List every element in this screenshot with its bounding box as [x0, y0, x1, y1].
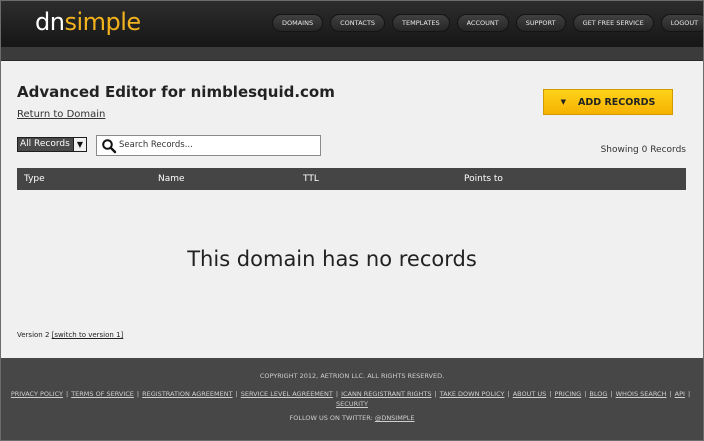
footer-link-blog[interactable]: BLOG — [589, 390, 607, 398]
caret-down-icon: ▼ — [560, 98, 567, 106]
footer-link-privacy-policy[interactable]: PRIVACY POLICY — [11, 390, 63, 398]
footer-link-terms-of-service[interactable]: TERMS OF SERVICE — [71, 390, 134, 398]
nav-logout[interactable]: LOGOUT — [660, 14, 703, 32]
nav-account[interactable]: ACCOUNT — [456, 14, 509, 32]
nav-support[interactable]: SUPPORT — [515, 14, 566, 32]
column-ttl[interactable]: TTL — [303, 174, 319, 184]
return-to-domain-link[interactable]: Return to Domain — [17, 109, 105, 120]
search-icon — [102, 139, 117, 154]
nav-get-free-service[interactable]: GET FREE SERVICE — [572, 14, 654, 32]
switch-version-link[interactable]: [switch to version 1] — [52, 331, 124, 339]
version-text: Version 2 — [17, 331, 50, 339]
twitter-handle-link[interactable]: @DNSIMPLE — [375, 414, 415, 422]
footer-link-api[interactable]: API — [675, 390, 685, 398]
search-placeholder: Search Records... — [119, 140, 193, 150]
page-title: Advanced Editor for nimblesquid.com — [17, 83, 335, 101]
footer-link-about-us[interactable]: ABOUT US — [513, 390, 547, 398]
browser-frame: dnsimple DOMAINS CONTACTS TEMPLATES ACCO… — [0, 0, 704, 441]
footer-link-icann-registrant-rights[interactable]: ICANN REGISTRANT RIGHTS — [341, 390, 431, 398]
column-points-to[interactable]: Points to — [464, 174, 503, 184]
records-table-header: Type Name TTL Points to — [17, 168, 686, 190]
sub-header-bar — [1, 47, 703, 61]
main-content: Advanced Editor for nimblesquid.com Retu… — [1, 61, 703, 358]
record-filter-value: All Records — [20, 139, 70, 149]
footer-link-security[interactable]: SECURITY — [336, 400, 368, 408]
footer-link-service-level-agreement[interactable]: SERVICE LEVEL AGREEMENT — [241, 390, 333, 398]
twitter-prefix: FOLLOW US ON TWITTER: — [289, 414, 373, 422]
chevron-down-icon: ▼ — [73, 138, 86, 151]
footer-link-registration-agreement[interactable]: REGISTRATION AGREEMENT — [142, 390, 232, 398]
footer-link-whois-search[interactable]: WHOIS SEARCH — [616, 390, 667, 398]
add-records-label: ADD RECORDS — [578, 96, 656, 108]
nav-domains[interactable]: DOMAINS — [272, 14, 324, 32]
version-info: Version 2 [switch to version 1] — [17, 331, 123, 339]
main-nav: DOMAINS CONTACTS TEMPLATES ACCOUNT SUPPO… — [272, 14, 703, 32]
empty-state-message: This domain has no records — [187, 247, 477, 271]
logo[interactable]: dnsimple — [35, 7, 141, 37]
footer-links: PRIVACY POLICY | TERMS OF SERVICE | REGISTRA… — [10, 390, 691, 408]
twitter-follow: FOLLOW US ON TWITTER: @DNSIMPLE — [1, 414, 703, 422]
records-count: Showing 0 Records — [600, 145, 686, 155]
copyright: COPYRIGHT 2012, AETRION LLC. ALL RIGHTS … — [259, 372, 445, 380]
nav-contacts[interactable]: CONTACTS — [330, 14, 386, 32]
add-records-button[interactable]: ▼ ADD RECORDS — [543, 89, 673, 115]
nav-templates[interactable]: TEMPLATES — [392, 14, 450, 32]
footer-link-pricing[interactable]: PRICING — [554, 390, 581, 398]
column-type[interactable]: Type — [24, 174, 45, 184]
column-name[interactable]: Name — [158, 174, 185, 184]
search-input[interactable]: Search Records... — [96, 135, 321, 156]
header: dnsimple DOMAINS CONTACTS TEMPLATES ACCO… — [1, 1, 703, 47]
footer: COPYRIGHT 2012, AETRION LLC. ALL RIGHTS … — [1, 358, 703, 440]
record-filter-select[interactable]: All Records ▼ — [17, 137, 87, 152]
footer-link-take-down-policy[interactable]: TAKE DOWN POLICY — [440, 390, 505, 398]
